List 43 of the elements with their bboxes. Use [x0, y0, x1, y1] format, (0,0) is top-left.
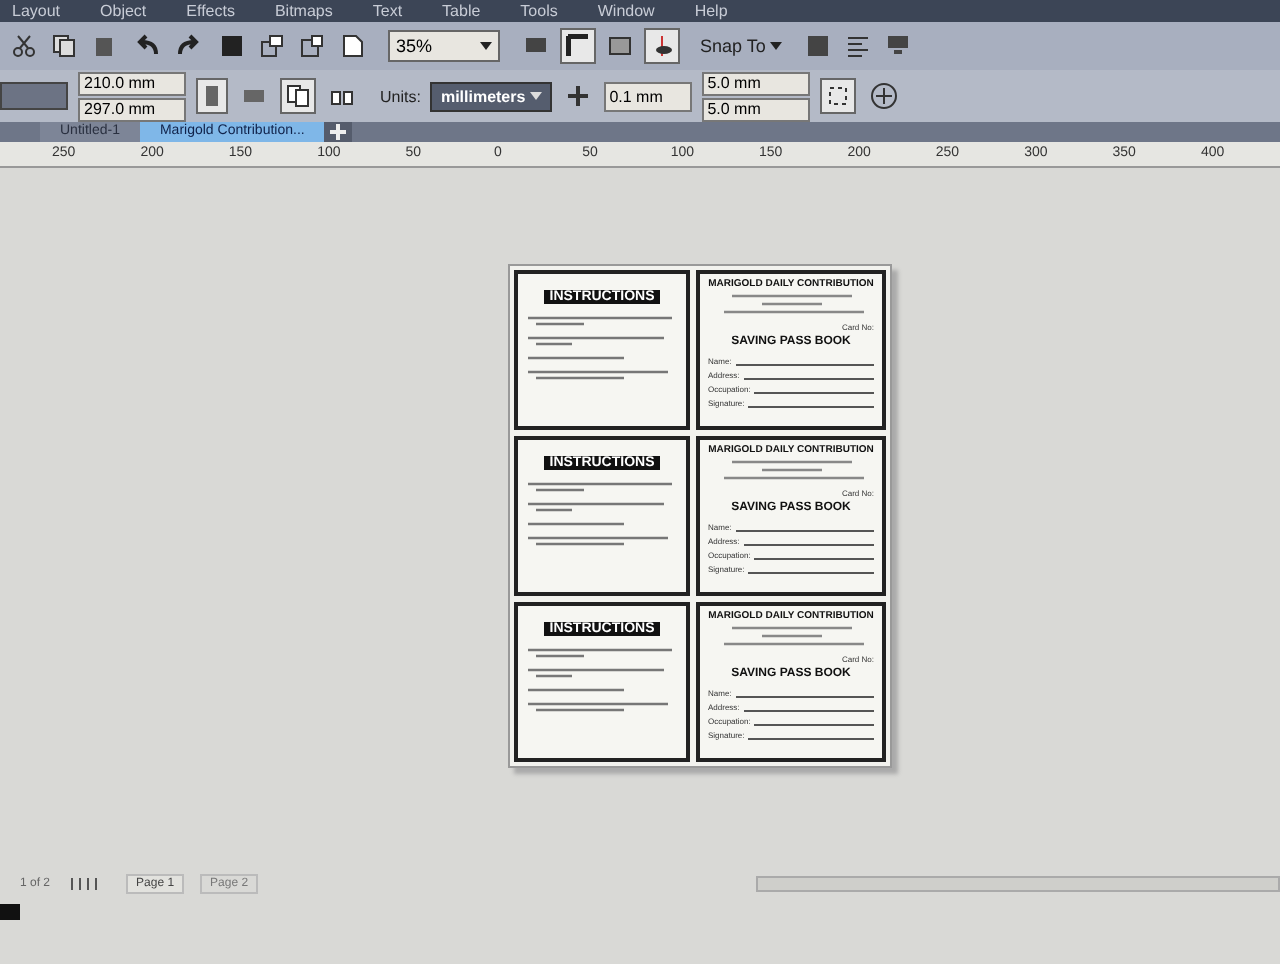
units-label: Units:: [380, 87, 421, 105]
scissors-icon[interactable]: [8, 30, 40, 62]
page-height-field[interactable]: 297.0 mm: [78, 97, 186, 121]
dimension-icon[interactable]: [819, 78, 856, 114]
nudge-field[interactable]: 0.1 mm: [603, 81, 692, 111]
duplicate-y-field[interactable]: 5.0 mm: [701, 97, 810, 121]
fill-in-line: [748, 406, 874, 408]
fill-in-line: [748, 738, 874, 740]
menu-item[interactable]: Text: [372, 2, 403, 20]
page-width-field[interactable]: 210.0 mm: [78, 71, 186, 95]
caret-icon: [480, 42, 492, 50]
caret-icon: [769, 42, 782, 50]
caret-icon: [529, 92, 542, 100]
color-swatch[interactable]: [0, 904, 20, 920]
portrait-icon[interactable]: [196, 78, 228, 114]
all-pages-icon[interactable]: [280, 78, 316, 114]
fill-in-line: [743, 378, 874, 380]
menu-item[interactable]: Window: [597, 2, 655, 20]
fill-in-line: [754, 724, 874, 726]
fill-in-line: [735, 364, 874, 366]
copy-icon[interactable]: [48, 30, 80, 62]
fill-in-line: [743, 710, 874, 712]
units-dropdown[interactable]: millimeters: [430, 81, 552, 111]
fill-in-line: [735, 530, 874, 532]
menu-item[interactable]: Help: [694, 2, 728, 20]
fill-in-line: [754, 558, 874, 560]
add-icon[interactable]: [865, 78, 902, 114]
menu-item[interactable]: Layout: [12, 2, 61, 20]
fill-in-line: [754, 392, 874, 394]
fill-in-line: [748, 572, 874, 574]
menu-item[interactable]: Bitmaps: [274, 2, 333, 20]
zoom-dropdown[interactable]: 35%: [388, 30, 500, 62]
duplicate-x-field[interactable]: 5.0 mm: [701, 71, 810, 95]
new-tab-icon[interactable]: [324, 122, 353, 142]
fill-in-line: [735, 696, 874, 698]
horizontal-scrollbar[interactable]: [756, 876, 1280, 892]
menu-item[interactable]: Table: [442, 2, 481, 20]
rulers-icon[interactable]: [560, 28, 596, 64]
menu-item[interactable]: Object: [100, 2, 147, 20]
fill-in-line: [743, 544, 874, 546]
menu-item[interactable]: Effects: [186, 2, 235, 20]
snap-to-dropdown[interactable]: Snap To: [688, 36, 794, 56]
menu-item[interactable]: Tools: [520, 2, 558, 20]
